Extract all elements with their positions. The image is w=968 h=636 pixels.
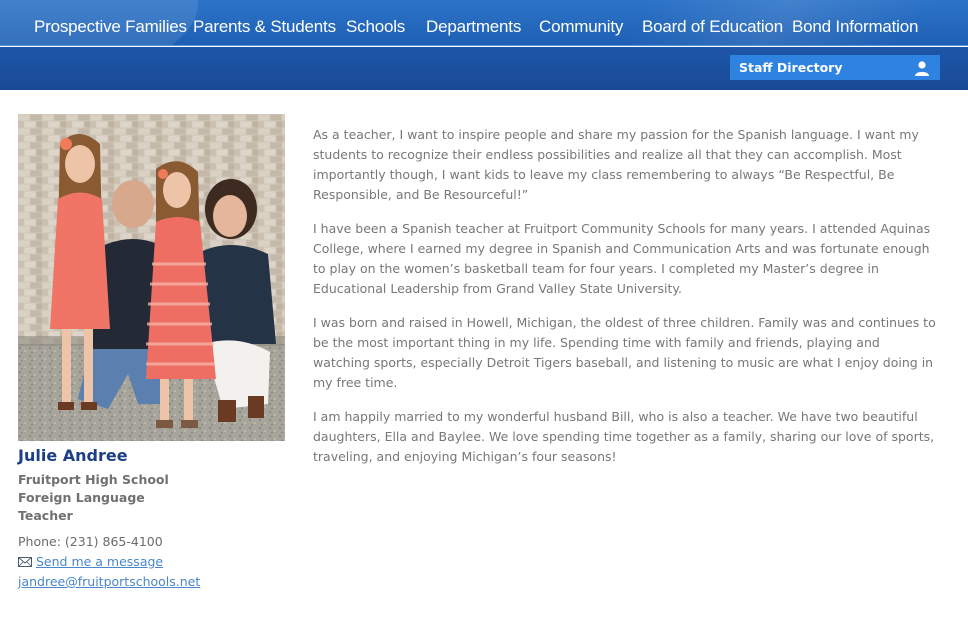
staff-department: Foreign Language [18, 490, 145, 505]
staff-phone: Phone: (231) 865-4100 [18, 534, 163, 549]
staff-school: Fruitport High School [18, 472, 169, 487]
nav-item-prospective-families[interactable]: Prospective Families [34, 0, 187, 46]
bio-paragraph: I have been a Spanish teacher at Fruitpo… [313, 221, 931, 296]
send-message-link[interactable]: Send me a message [18, 554, 163, 569]
user-icon [915, 61, 929, 76]
bio-paragraph: I was born and raised in Howell, Michiga… [313, 315, 936, 390]
staff-photo [18, 114, 285, 441]
top-navigation: Prospective Families Parents & Students … [0, 0, 968, 46]
nav-item-board-of-education[interactable]: Board of Education [642, 0, 783, 46]
nav-item-parents-students[interactable]: Parents & Students [193, 0, 336, 46]
bio-paragraph: I am happily married to my wonderful hus… [313, 409, 935, 464]
bio-paragraph: As a teacher, I want to inspire people a… [313, 127, 919, 202]
send-message-label: Send me a message [36, 554, 164, 569]
nav-item-departments[interactable]: Departments [426, 0, 521, 46]
utility-bar: Staff Directory [0, 47, 968, 90]
family-photo-image [18, 114, 285, 441]
staff-directory-label: Staff Directory [739, 60, 843, 75]
nav-item-community[interactable]: Community [539, 0, 623, 46]
staff-bio: As a teacher, I want to inspire people a… [313, 125, 938, 481]
staff-title: Teacher [18, 508, 73, 523]
staff-name: Julie Andree [18, 446, 128, 465]
nav-divider [0, 45, 968, 46]
envelope-icon [18, 557, 32, 567]
staff-email-link[interactable]: jandree@fruitportschools.net [18, 574, 200, 589]
nav-item-bond-information[interactable]: Bond Information [792, 0, 918, 46]
staff-directory-button[interactable]: Staff Directory [730, 55, 940, 80]
nav-item-schools[interactable]: Schools [346, 0, 405, 46]
